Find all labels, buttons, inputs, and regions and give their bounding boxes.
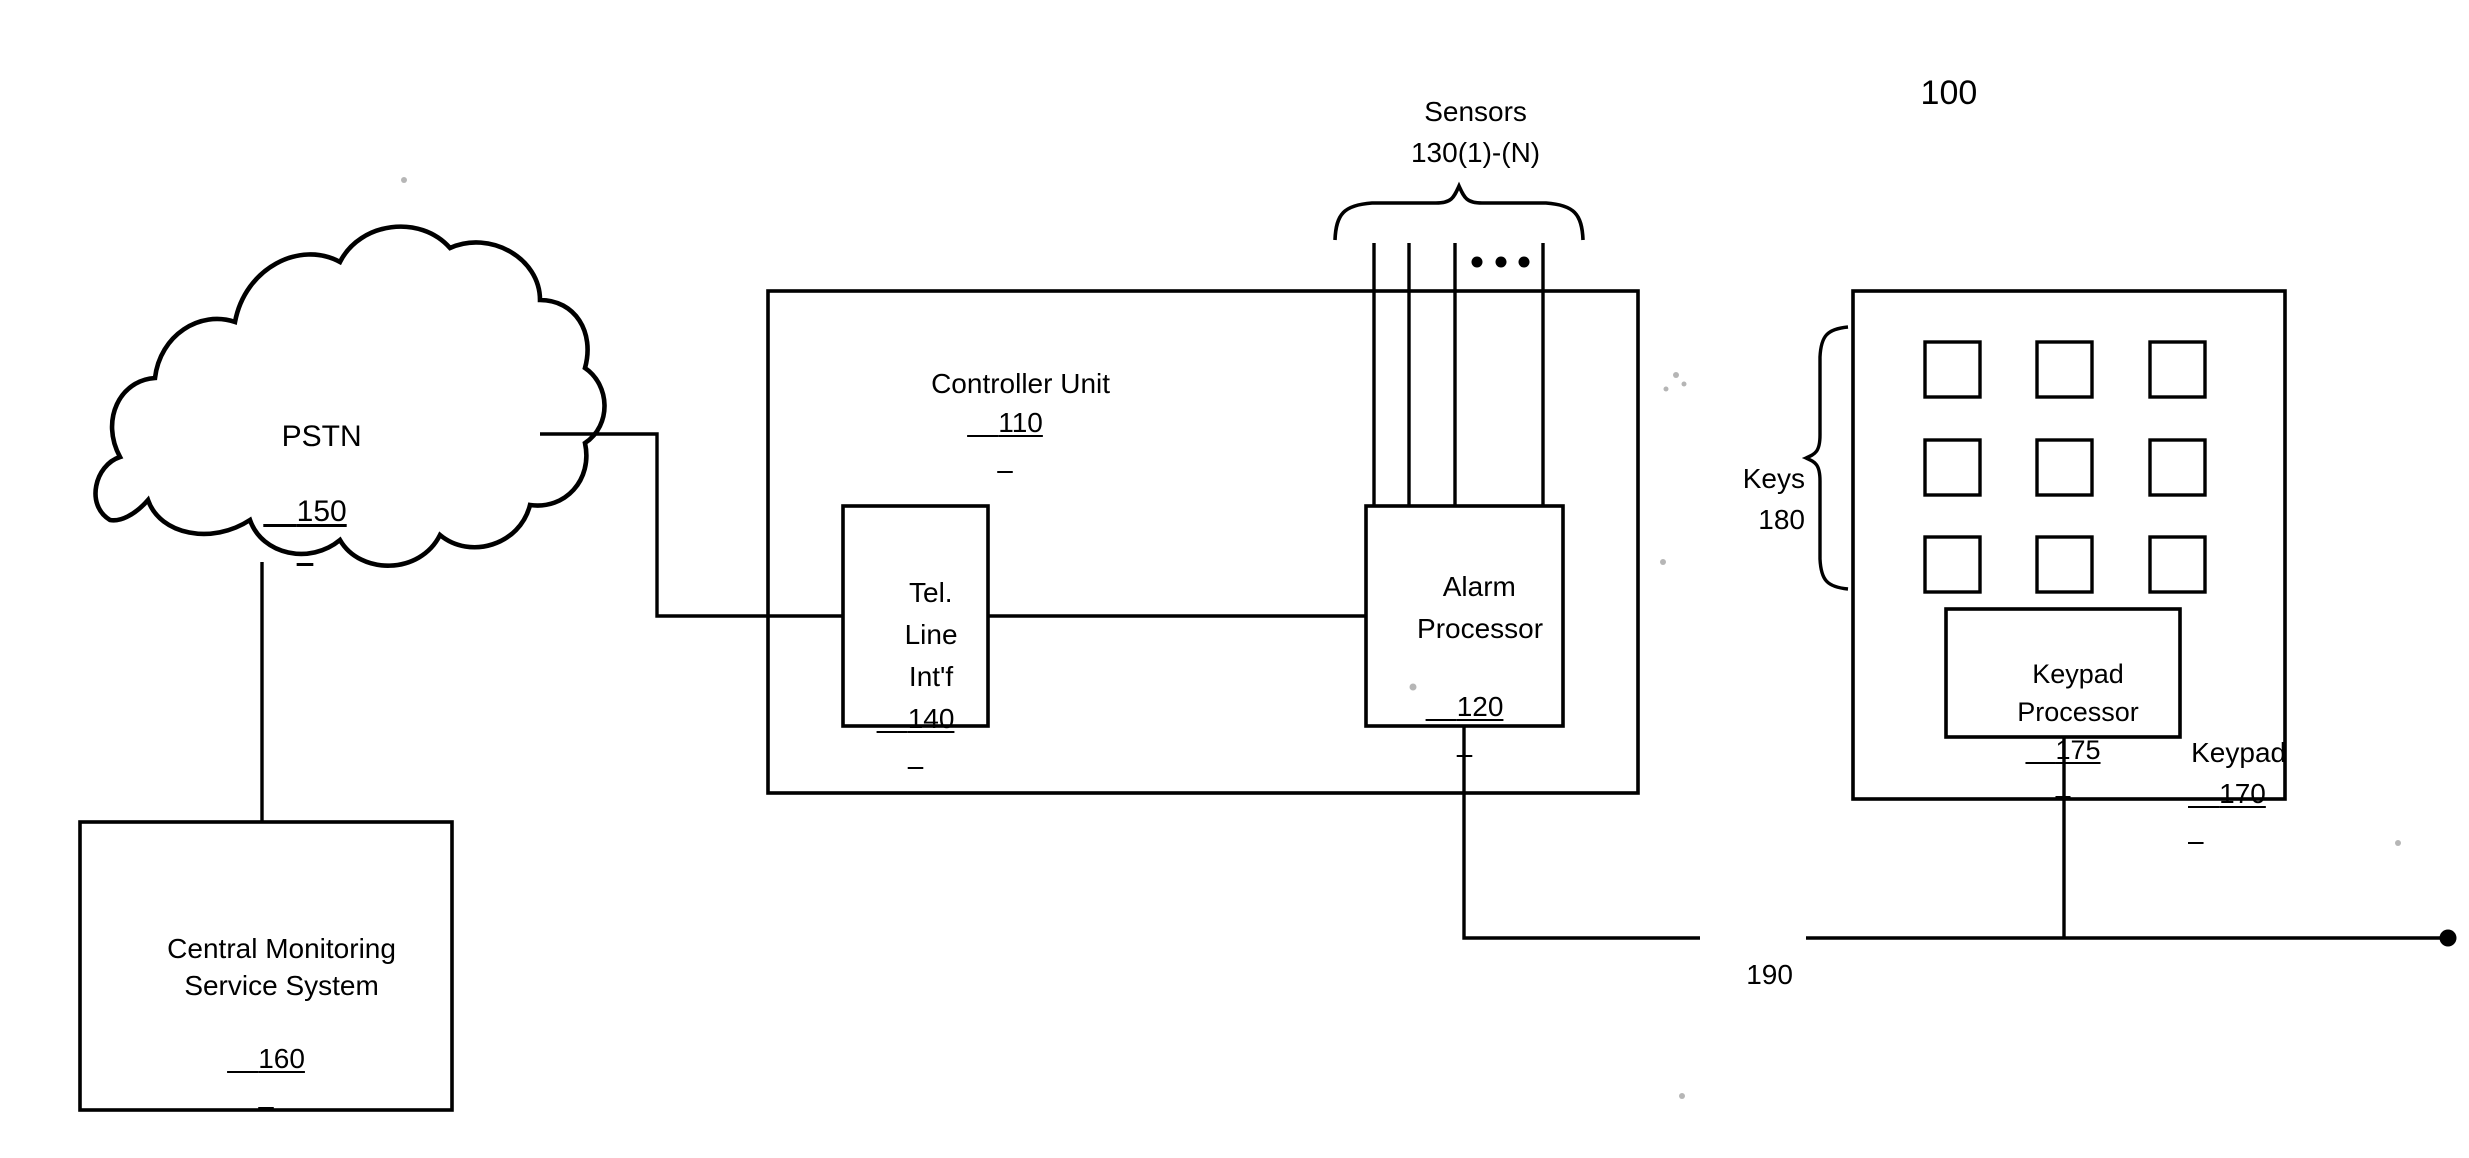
central-monitoring-ref: 160 bbox=[90, 1005, 442, 1112]
bus-line-ref-190: 190 bbox=[1706, 921, 1802, 1028]
key-square bbox=[1923, 535, 1982, 594]
sensors-ref-text: 130(1)-(N) bbox=[1410, 136, 1541, 168]
keys-ref-text: 180 bbox=[1758, 503, 1805, 535]
pstn-name-text: PSTN bbox=[281, 420, 362, 454]
alarm-processor-ref: 120 bbox=[1366, 653, 1563, 760]
key-square bbox=[2035, 340, 2094, 399]
key-square bbox=[2148, 438, 2207, 497]
keys-brace bbox=[1801, 325, 1849, 591]
figure-ref-100: 100 bbox=[1865, 28, 1995, 159]
alarm-processor-ref-text: 120 bbox=[1456, 690, 1504, 722]
alarm-processor-line2: Processor bbox=[1417, 612, 1544, 644]
key-square bbox=[1923, 340, 1982, 399]
bus-line-terminator-dot bbox=[2439, 929, 2457, 947]
central-monitoring-ref-text: 160 bbox=[258, 1042, 305, 1074]
figure-canvas: 100 PSTN 150 Central Monitoring Service … bbox=[0, 0, 2469, 1158]
key-square bbox=[2148, 340, 2207, 399]
tel-line-interface-ref-text: 140 bbox=[907, 702, 955, 734]
keypad-ref-text: 170 bbox=[2219, 777, 2266, 809]
key-square bbox=[2035, 535, 2094, 594]
key-square bbox=[2035, 438, 2094, 497]
pstn-ref-text: 150 bbox=[296, 495, 347, 529]
sensors-ref: 130(1)-(N) bbox=[1330, 99, 1590, 206]
keypad-processor-ref-text: 175 bbox=[2055, 734, 2101, 765]
sensors-ellipsis-dots bbox=[1471, 256, 1530, 268]
keypad-processor-ref: 175 bbox=[1946, 698, 2180, 802]
controller-unit-ref-text: 110 bbox=[998, 406, 1043, 438]
keypad-ref: 170 bbox=[2188, 740, 2318, 847]
pstn-ref: 150 bbox=[215, 455, 395, 570]
figure-ref-100-text: 100 bbox=[1920, 73, 1978, 112]
key-square bbox=[2148, 535, 2207, 594]
central-monitoring-line2: Service System bbox=[184, 969, 379, 1001]
keys-ref: 180 bbox=[1700, 466, 1805, 573]
key-square bbox=[1923, 438, 1982, 497]
controller-unit-ref: 110 bbox=[840, 369, 1170, 476]
bus-line-ref-190-text: 190 bbox=[1746, 958, 1793, 990]
tel-line-interface-ref: 140 bbox=[843, 665, 988, 772]
